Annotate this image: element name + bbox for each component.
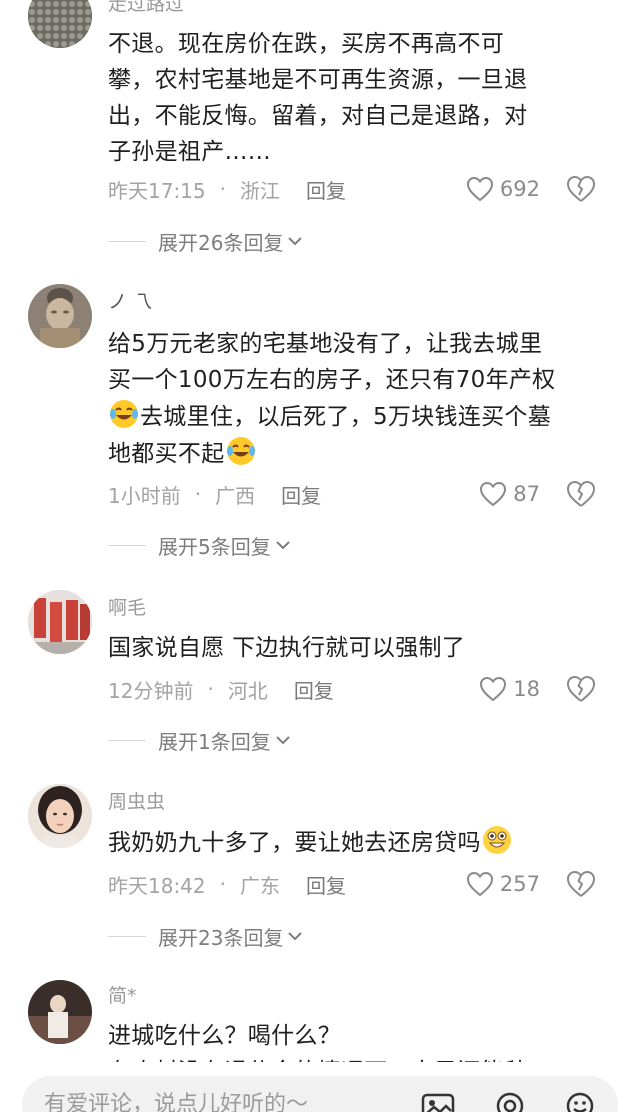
- avatar[interactable]: [28, 784, 92, 848]
- expand-replies-button[interactable]: 展开5条回复: [108, 530, 291, 560]
- avatar[interactable]: [28, 284, 92, 348]
- laughing-crying-emoji-icon: [110, 400, 138, 428]
- comment-text: 国家说自愿 下边执行就可以强制了: [108, 635, 466, 661]
- comment-input-placeholder: 有爱评论，说点儿好听的～: [44, 1092, 309, 1112]
- broken-heart-icon[interactable]: [566, 870, 596, 898]
- comment-time: 1小时前: [108, 483, 181, 508]
- comment-meta: 1小时前 · 广西 回复 87: [108, 476, 616, 512]
- chevron-down-icon: [276, 541, 290, 550]
- reply-button[interactable]: 回复: [306, 175, 346, 204]
- avatar[interactable]: [28, 590, 92, 654]
- expand-replies-button[interactable]: 展开23条回复: [108, 921, 303, 951]
- comments-page: 走过路过 不退。现在房价在跌，买房不再高不可 攀，农村宅基地是不可再生资源，一旦…: [0, 0, 640, 1112]
- comment-input-bar: 有爱评论，说点儿好听的～: [0, 1062, 640, 1112]
- reply-button[interactable]: 回复: [306, 870, 346, 899]
- comment-location: 浙江: [240, 178, 280, 203]
- comment-username[interactable]: ノ 乁: [108, 290, 152, 314]
- like-button[interactable]: 87: [479, 476, 540, 512]
- comment-username[interactable]: 啊毛: [108, 596, 146, 620]
- comment-username[interactable]: 简*: [108, 984, 137, 1008]
- comment-input[interactable]: 有爱评论，说点儿好听的～: [22, 1076, 618, 1112]
- heart-icon: [466, 176, 493, 202]
- comment-location: 广东: [240, 873, 280, 898]
- chevron-down-icon: [288, 932, 303, 941]
- comment-location: 河北: [227, 678, 268, 703]
- like-count: 87: [513, 482, 540, 506]
- comment-text: 不退。现在房价在跌，买房不再高不可 攀，农村宅基地是不可再生资源，一旦退 出，不…: [108, 31, 528, 165]
- laughing-crying-emoji-icon: [226, 437, 255, 465]
- like-count: 18: [513, 677, 540, 701]
- chevron-down-icon: [276, 736, 290, 745]
- mention-icon[interactable]: [492, 1092, 528, 1112]
- comment-time: 12分钟前: [108, 678, 194, 703]
- like-count: 692: [499, 177, 540, 201]
- comment-time: 昨天17:15: [108, 178, 206, 203]
- like-button[interactable]: 18: [479, 671, 540, 707]
- reply-button[interactable]: 回复: [294, 675, 334, 704]
- like-button[interactable]: 257: [466, 866, 540, 902]
- comment-time: 昨天18:42: [108, 873, 206, 898]
- heart-icon: [480, 481, 507, 507]
- expand-replies-button[interactable]: 展开1条回复: [108, 725, 291, 755]
- comment-username[interactable]: 周虫虫: [108, 790, 165, 814]
- chevron-down-icon: [288, 237, 303, 246]
- comment-text: 我奶奶九十多了，要让她去还房贷吗: [108, 824, 618, 861]
- broken-heart-icon[interactable]: [566, 175, 596, 203]
- comment-meta: 12分钟前 · 河北 回复 18: [108, 671, 616, 707]
- broken-heart-icon[interactable]: [566, 480, 596, 508]
- grinning-emoji-icon: [482, 826, 511, 854]
- reply-button[interactable]: 回复: [281, 480, 321, 509]
- comment-location: 广西: [215, 483, 256, 508]
- heart-icon: [466, 871, 493, 897]
- comment-username[interactable]: 走过路过: [108, 0, 184, 16]
- heart-icon: [480, 676, 507, 702]
- broken-heart-icon[interactable]: [566, 675, 596, 703]
- comment-text: 给5万元老家的宅基地没有了，让我去城里 买一个100万左右的房子，还只有70年产…: [108, 331, 556, 467]
- expand-replies-button[interactable]: 展开26条回复: [108, 226, 303, 256]
- image-icon[interactable]: [420, 1092, 456, 1112]
- comment-meta: 昨天18:42 · 广东 回复 257: [108, 866, 616, 902]
- emoji-icon[interactable]: [562, 1092, 598, 1112]
- avatar[interactable]: [28, 0, 92, 48]
- comment-meta: 昨天17:15 · 浙江 回复 692: [108, 171, 616, 207]
- like-count: 257: [499, 872, 540, 896]
- avatar[interactable]: [28, 980, 92, 1044]
- like-button[interactable]: 692: [466, 171, 540, 207]
